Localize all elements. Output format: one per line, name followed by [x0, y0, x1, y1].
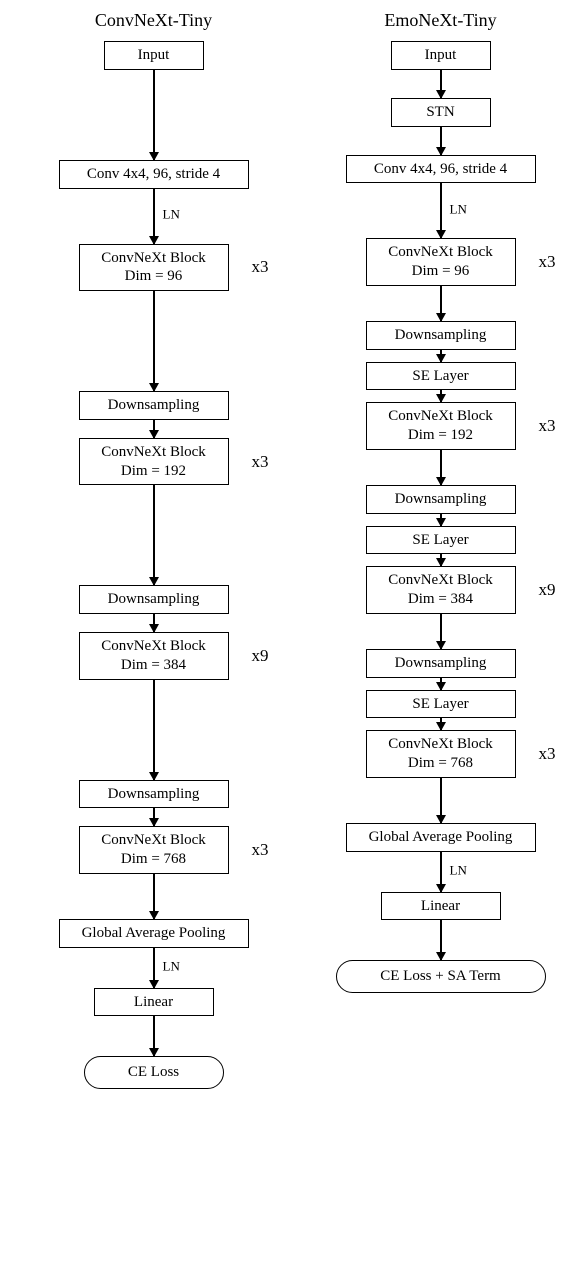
arrow: LN [153, 948, 155, 988]
arrow: LN [440, 183, 442, 238]
left-down1: Downsampling [79, 391, 229, 420]
right-stem: Conv 4x4, 96, stride 4 [346, 155, 536, 184]
left-down3: Downsampling [79, 780, 229, 809]
left-down2: Downsampling [79, 585, 229, 614]
arrow [440, 920, 442, 960]
left-column: ConvNeXt-Tiny Input Conv 4x4, 96, stride… [24, 10, 284, 1089]
left-input: Input [104, 41, 204, 70]
left-block4: ConvNeXt BlockDim = 768 [79, 826, 229, 874]
ln-label: LN [450, 862, 467, 878]
right-mult2: x3 [539, 416, 556, 436]
arrow [153, 485, 155, 585]
arrow [440, 390, 442, 402]
arrow [440, 70, 442, 98]
right-block2: ConvNeXt BlockDim = 192 [366, 402, 516, 450]
arrow [153, 420, 155, 438]
arrow [440, 614, 442, 649]
arrow [440, 778, 442, 823]
right-mult1: x3 [539, 252, 556, 272]
arrow [440, 554, 442, 566]
left-loss: CE Loss [84, 1056, 224, 1089]
arrow [153, 808, 155, 826]
arrow [440, 678, 442, 690]
arrow [440, 718, 442, 730]
right-block4: ConvNeXt BlockDim = 768 [366, 730, 516, 778]
arrow [153, 291, 155, 391]
right-input: Input [391, 41, 491, 70]
left-mult4: x3 [252, 840, 269, 860]
right-stn: STN [391, 98, 491, 127]
ln-label: LN [163, 206, 180, 222]
right-block3: ConvNeXt BlockDim = 384 [366, 566, 516, 614]
right-mult4: x3 [539, 744, 556, 764]
arrow [440, 127, 442, 155]
ln-label: LN [450, 201, 467, 217]
arrow [153, 1016, 155, 1056]
arrow [153, 614, 155, 632]
arrow: LN [440, 852, 442, 892]
left-block3: ConvNeXt BlockDim = 384 [79, 632, 229, 680]
diagram-wrap: ConvNeXt-Tiny Input Conv 4x4, 96, stride… [10, 10, 574, 1089]
left-mult1: x3 [252, 257, 269, 277]
left-block2: ConvNeXt BlockDim = 192 [79, 438, 229, 486]
right-gap: Global Average Pooling [346, 823, 536, 852]
arrow: LN [153, 189, 155, 244]
right-down1: Downsampling [366, 321, 516, 350]
right-block1: ConvNeXt BlockDim = 96 [366, 238, 516, 286]
left-gap: Global Average Pooling [59, 919, 249, 948]
left-block1: ConvNeXt BlockDim = 96 [79, 244, 229, 292]
right-mult3: x9 [539, 580, 556, 600]
right-se1: SE Layer [366, 362, 516, 391]
right-column: EmoNeXt-Tiny Input STN Conv 4x4, 96, str… [311, 10, 571, 1089]
right-se3: SE Layer [366, 690, 516, 719]
right-title: EmoNeXt-Tiny [384, 10, 496, 31]
right-loss: CE Loss + SA Term [336, 960, 546, 993]
arrow [440, 514, 442, 526]
left-stem: Conv 4x4, 96, stride 4 [59, 160, 249, 189]
left-title: ConvNeXt-Tiny [95, 10, 212, 31]
arrow [440, 286, 442, 321]
arrow [440, 450, 442, 485]
arrow [153, 70, 155, 160]
left-mult2: x3 [252, 452, 269, 472]
arrow [153, 874, 155, 919]
left-linear: Linear [94, 988, 214, 1017]
arrow [153, 680, 155, 780]
right-se2: SE Layer [366, 526, 516, 555]
right-down2: Downsampling [366, 485, 516, 514]
arrow [440, 350, 442, 362]
right-linear: Linear [381, 892, 501, 921]
right-down3: Downsampling [366, 649, 516, 678]
ln-label: LN [163, 958, 180, 974]
left-mult3: x9 [252, 646, 269, 666]
